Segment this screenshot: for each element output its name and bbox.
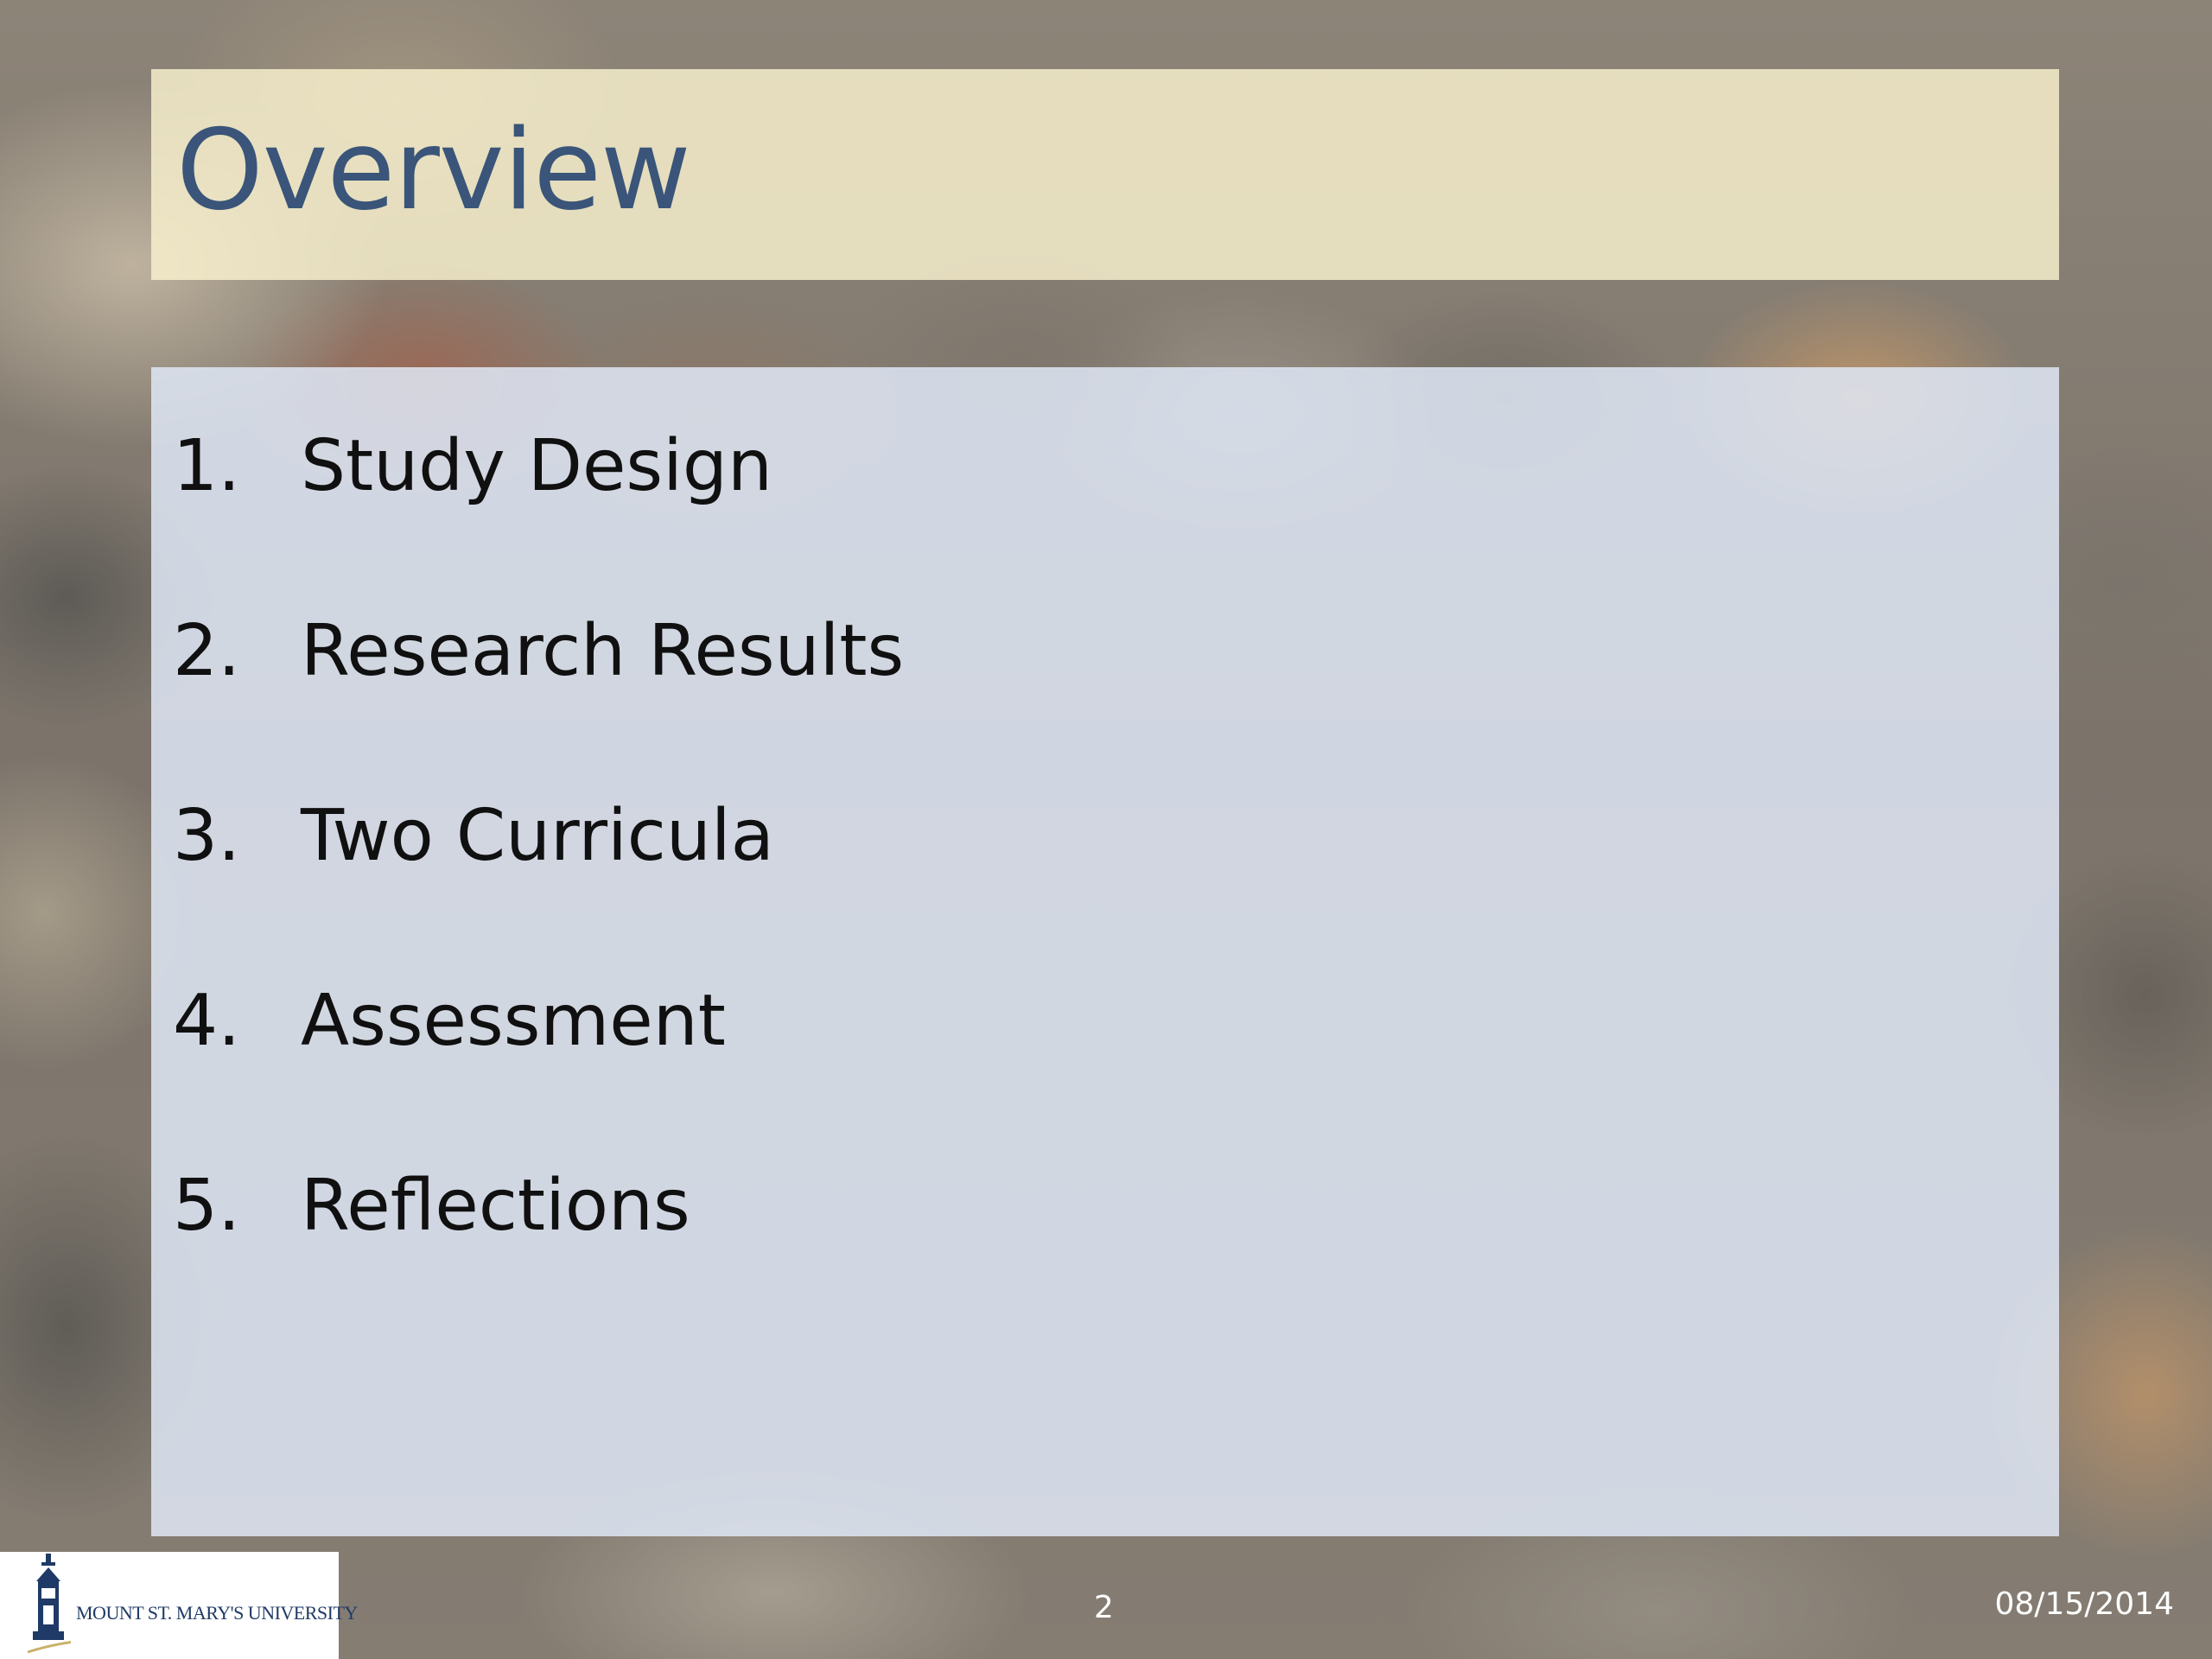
university-logo: MOUNT ST. MARY'S UNIVERSITY — [0, 1552, 358, 1659]
slide: Overview 1. Study Design 2. Research Res… — [0, 0, 2212, 1659]
page-number: 2 — [1094, 1590, 1114, 1625]
agenda-item-label: Research Results — [301, 610, 905, 692]
content-panel — [151, 367, 2059, 1536]
slide-date: 08/15/2014 — [1994, 1586, 2175, 1622]
agenda-item-number: 4. — [173, 980, 241, 1062]
logo-text: MOUNT ST. MARY'S UNIVERSITY — [76, 1602, 358, 1624]
agenda-item-number: 3. — [173, 795, 241, 877]
agenda-item-label: Two Curricula — [301, 795, 774, 877]
university-tower-logo-icon — [27, 1554, 71, 1654]
slide-title: Overview — [176, 106, 691, 235]
agenda-item-number: 1. — [173, 425, 241, 507]
agenda-item-label: Assessment — [301, 980, 726, 1062]
agenda-item-label: Reflections — [301, 1165, 690, 1247]
agenda-item-number: 2. — [173, 610, 241, 692]
agenda-item-number: 5. — [173, 1165, 241, 1247]
agenda-item-label: Study Design — [301, 425, 772, 507]
